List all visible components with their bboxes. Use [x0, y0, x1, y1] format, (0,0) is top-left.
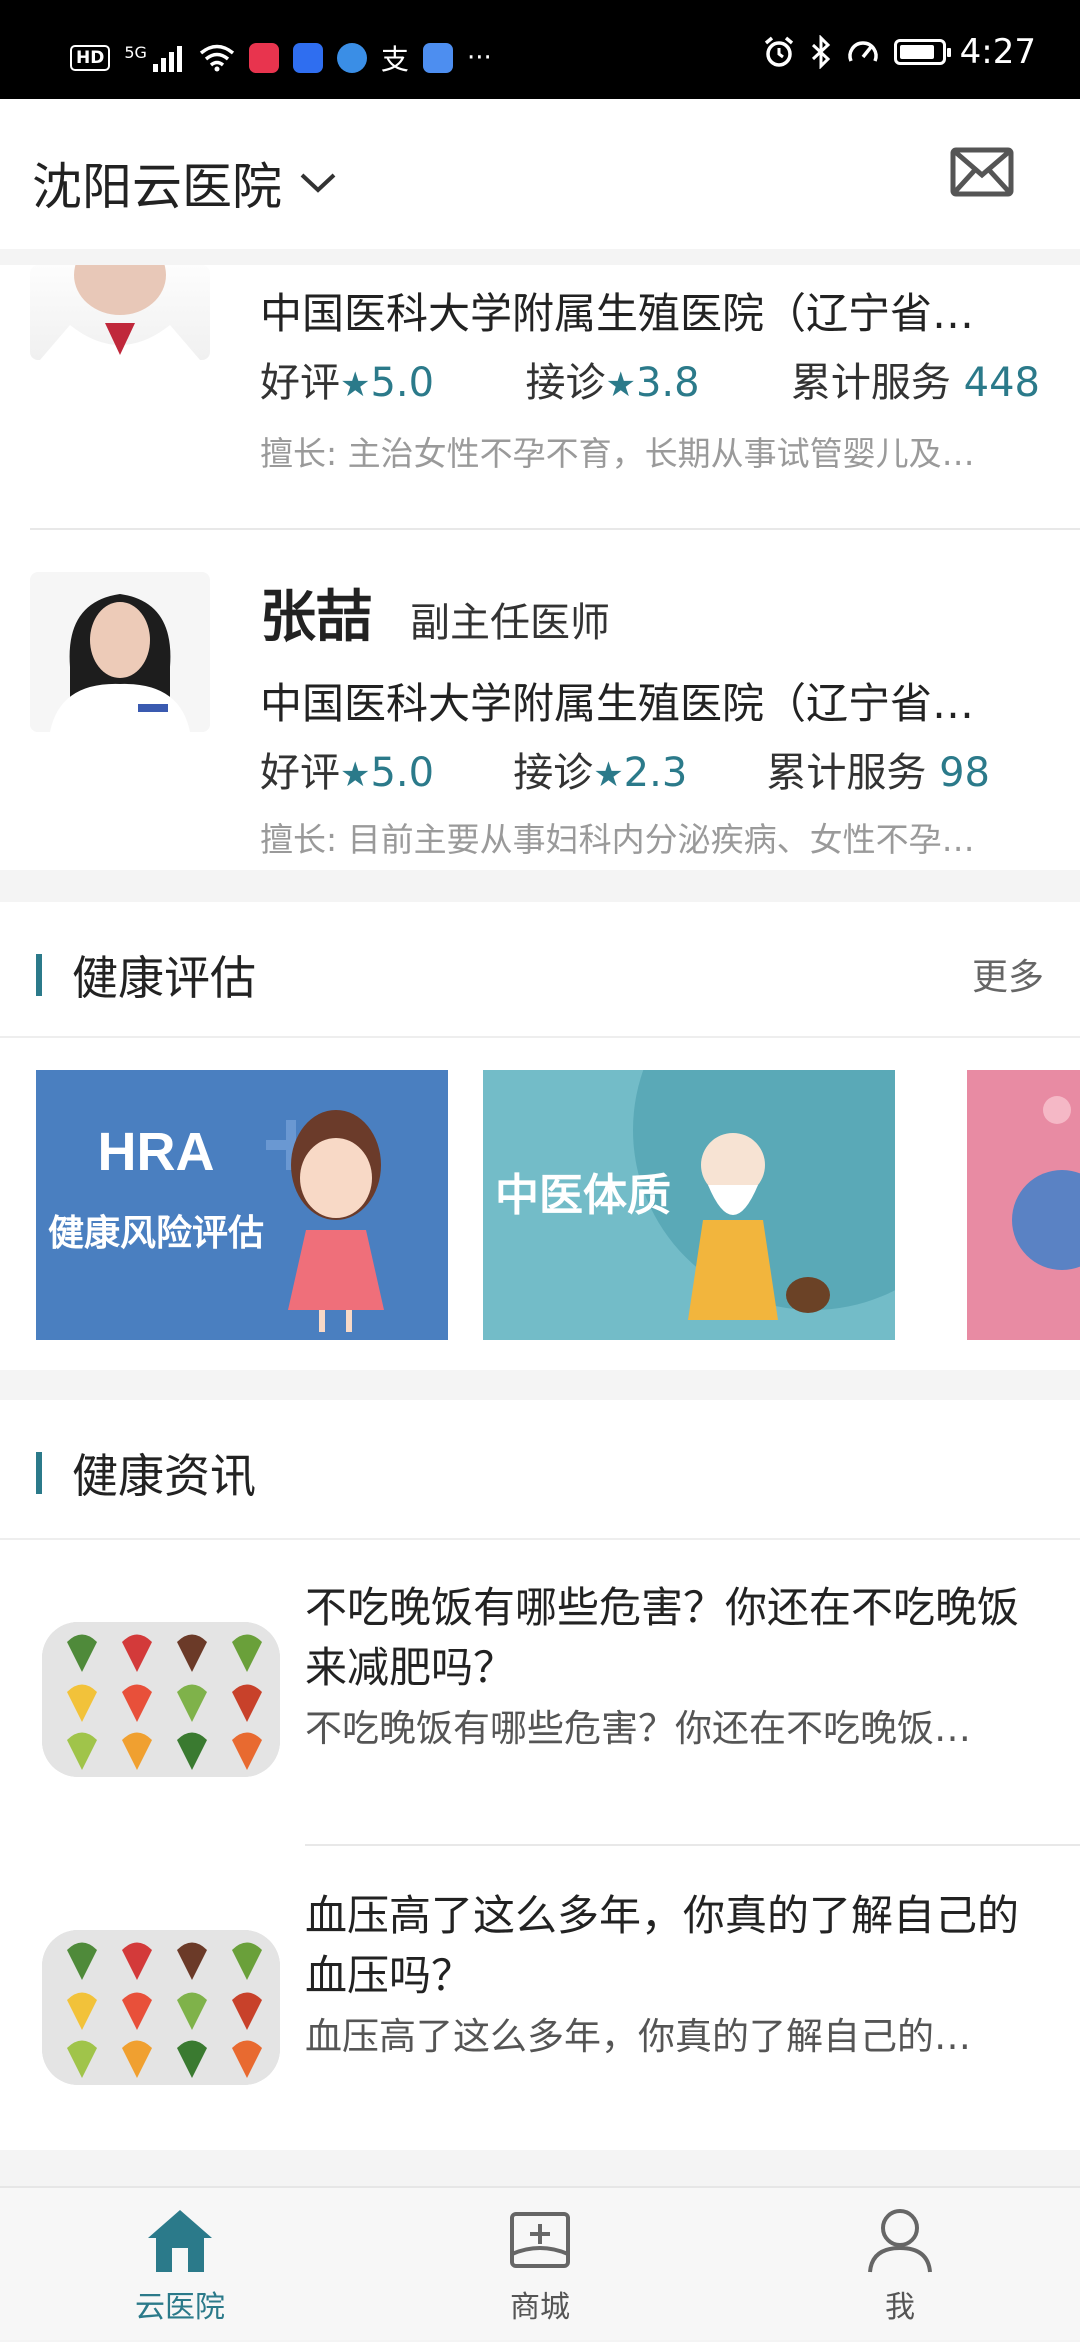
- rating-consult: 接诊★3.8: [525, 360, 700, 406]
- doctor-skill: 擅长: 目前主要从事妇科内分泌疾病、女性不孕…: [260, 820, 975, 859]
- tab-label: 我: [885, 2290, 915, 2325]
- star-icon: ★: [340, 365, 371, 405]
- app-header: 沈阳云医院: [0, 99, 1080, 249]
- section-bar: [36, 954, 42, 996]
- signal-icon: [152, 46, 182, 72]
- user-icon: [868, 2209, 932, 2273]
- mall-icon: [510, 2212, 570, 2268]
- section-bar: [36, 1452, 42, 1494]
- rating-good: 好评★5.0: [260, 750, 435, 796]
- tab-mall[interactable]: 商城: [440, 2188, 640, 2342]
- banner-title: 中医体质: [495, 1170, 671, 1221]
- section-divider: [0, 1036, 1080, 1038]
- banner-subtitle: 健康风险评估: [48, 1212, 264, 1254]
- status-right: 4:27: [762, 32, 1036, 72]
- battery-icon: [893, 39, 951, 65]
- doctor-card[interactable]: 张喆 副主任医师 中国医科大学附属生殖医院（辽宁省… 好评★5.0 接诊★2.3…: [0, 530, 1080, 870]
- bottom-tab-bar: 云医院 商城 我: [0, 2186, 1080, 2340]
- section-title: 健康资讯: [36, 1440, 256, 1506]
- doctor-stats: 好评★5.0 接诊★2.3 累计服务 98: [260, 740, 1040, 798]
- served-count: 累计服务 448: [790, 360, 1040, 406]
- status-bar: HD 5G 支 ··· 4:27: [0, 0, 1080, 99]
- tab-label: 商城: [510, 2290, 570, 2325]
- more-link[interactable]: 更多: [972, 948, 1044, 1000]
- served-count: 累计服务 98: [766, 750, 990, 796]
- news-title: 不吃晚饭有哪些危害？你还在不吃晚饭来减肥吗？: [305, 1583, 1020, 1692]
- news-title: 血压高了这么多年，你真的了解自己的血压吗？: [305, 1891, 1020, 2000]
- clock: 4:27: [959, 32, 1036, 72]
- health-news-section: 健康资讯 不吃晚饭有哪些危害？你还在不吃晚饭来减肥吗？ 不吃晚饭有哪些危害？你还…: [0, 1400, 1080, 2150]
- doctor-name: 张喆: [260, 585, 372, 650]
- doctor-skill: 擅长: 主治女性不孕不育，长期从事试管婴儿及…: [260, 434, 975, 473]
- app-icon-cloud: [422, 43, 453, 73]
- app-icon-blue: [292, 43, 323, 73]
- hra-banner[interactable]: HRA 健康风险评估: [36, 1070, 448, 1340]
- bluetooth-icon: [811, 35, 830, 69]
- status-left: HD 5G 支 ···: [70, 38, 492, 78]
- rating-good: 好评★5.0: [260, 360, 435, 406]
- news-summary: 不吃晚饭有哪些危害？你还在不吃晚饭…: [305, 1707, 971, 1750]
- tcm-constitution-banner[interactable]: 中医体质: [483, 1070, 895, 1340]
- news-item[interactable]: 血压高了这么多年，你真的了解自己的血压吗？ 血压高了这么多年，你真的了解自己的…: [0, 1846, 1080, 2146]
- rating-consult: 接诊★2.3: [513, 750, 688, 796]
- tab-cloud-hospital[interactable]: 云医院: [80, 2188, 280, 2342]
- battery-level: [899, 45, 934, 59]
- doctor-card[interactable]: 中国医科大学附属生殖医院（辽宁省… 好评★5.0 接诊★3.8 累计服务 448…: [0, 265, 1080, 530]
- mail-icon[interactable]: [950, 147, 1014, 197]
- doctor-stats: 好评★5.0 接诊★3.8 累计服务 448: [260, 350, 1040, 408]
- banner-title: HRA: [98, 1122, 215, 1182]
- doctor-title: 副主任医师: [410, 600, 610, 646]
- doctor-photo: [30, 265, 210, 360]
- city-selector[interactable]: 沈阳云医院: [32, 147, 338, 219]
- doctor-name-row: 张喆 副主任医师: [260, 572, 610, 653]
- news-thumbnail: [42, 1622, 280, 1777]
- more-notifications: ···: [466, 43, 492, 73]
- banner-3[interactable]: [967, 1070, 1080, 1340]
- hd-badge: HD: [70, 45, 111, 71]
- section-title-text: 健康评估: [72, 951, 256, 1005]
- star-icon: ★: [340, 755, 371, 795]
- chevron-down-icon: [300, 173, 336, 193]
- news-item[interactable]: 不吃晚饭有哪些危害？你还在不吃晚饭来减肥吗？ 不吃晚饭有哪些危害？你还在不吃晚饭…: [0, 1538, 1080, 1846]
- star-icon: ★: [593, 755, 624, 795]
- section-title: 健康评估: [36, 942, 256, 1008]
- news-summary: 血压高了这么多年，你真的了解自己的…: [305, 2015, 971, 2058]
- alipay-icon: 支: [380, 43, 409, 76]
- news-thumbnail: [42, 1930, 280, 2085]
- speed-icon: [847, 41, 878, 62]
- doctor-photo: [30, 572, 210, 732]
- star-icon: ★: [605, 365, 636, 405]
- tab-me[interactable]: 我: [800, 2188, 1000, 2342]
- doctor-hospital: 中国医科大学附属生殖医院（辽宁省…: [260, 679, 975, 728]
- doctor-hospital: 中国医科大学附属生殖医院（辽宁省…: [260, 289, 975, 338]
- home-icon: [148, 2210, 212, 2272]
- wifi-icon: [199, 44, 235, 72]
- alarm-icon: [764, 36, 793, 67]
- tab-label: 云医院: [135, 2290, 225, 2325]
- app-icon-red: [248, 43, 279, 73]
- network-label: 5G: [124, 42, 147, 62]
- app-icon-globe: [336, 43, 367, 73]
- city-name: 沈阳云医院: [32, 158, 282, 216]
- section-title-text: 健康资讯: [72, 1449, 256, 1503]
- health-assessment-section: 健康评估 更多 HRA 健康风险评估 中医体质: [0, 902, 1080, 1370]
